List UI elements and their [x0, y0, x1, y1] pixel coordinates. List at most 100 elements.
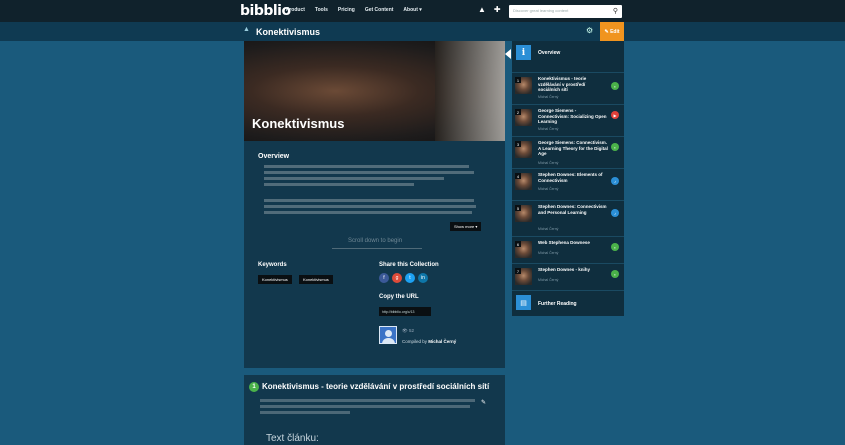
item-title: George Siemens: Connectivism. A Learning…	[538, 140, 608, 156]
sidebar-item-further-reading[interactable]: ▤ Further Reading	[512, 291, 624, 316]
audio-icon: ♪	[611, 209, 619, 217]
sidebar: i Overview 1 Konektivismus - teorie vzdě…	[512, 41, 624, 316]
item-thumbnail: 7	[515, 268, 532, 285]
collection-main: Konektivismus Overview Show more ▾ Scrol…	[244, 41, 505, 368]
nav-get-content[interactable]: Get Content	[365, 7, 394, 13]
keyword-tag[interactable]: Konektivismus	[258, 275, 292, 284]
search-icon[interactable]: ⚲	[613, 7, 618, 15]
keywords-heading: Keywords	[258, 262, 287, 268]
item-number: 4	[515, 173, 521, 179]
collection-header: ▲ Konektivismus ⚙	[0, 22, 845, 41]
hero-image: Konektivismus	[244, 41, 505, 141]
compiled-by: Compiled by Michal Černý	[402, 339, 456, 344]
top-icons: ▲ ✚	[478, 5, 501, 15]
article-text-line	[260, 399, 475, 402]
item-number: 2	[515, 109, 521, 115]
add-icon[interactable]: ✚	[494, 5, 501, 15]
collection-chevron-icon[interactable]: ▲	[243, 26, 250, 33]
compiler-name[interactable]: Michal Černý	[428, 339, 456, 344]
overview-text-line	[264, 211, 472, 214]
main-nav: Product Tools Pricing Get Content About …	[286, 7, 422, 13]
linkedin-icon[interactable]: in	[418, 273, 428, 283]
nav-pricing[interactable]: Pricing	[338, 7, 355, 13]
article-text-line	[260, 411, 350, 414]
doc-icon: ▪	[611, 243, 619, 251]
item-thumbnail: 1	[515, 77, 532, 94]
item-author: Michal Černý	[538, 127, 559, 131]
sidebar-item[interactable]: 6 Web Stephena Downese Michal Černý ▪	[512, 237, 624, 264]
overview-text-line	[264, 183, 414, 186]
user-settings-icon[interactable]: ⚙	[586, 26, 593, 35]
sidebar-item-overview[interactable]: i Overview	[512, 41, 624, 73]
sidebar-item[interactable]: 5 Stephen Downes: Connectivism and Perso…	[512, 201, 624, 237]
sidebar-item[interactable]: 4 Stephen Downes: Elements of Connectivi…	[512, 169, 624, 201]
article-card: 1 Konektivismus - teorie vzdělávání v pr…	[244, 375, 505, 445]
item-number: 3	[515, 141, 521, 147]
avatar-body	[382, 338, 395, 344]
item-author: Michal Černý	[538, 278, 559, 282]
avatar-head	[385, 330, 392, 337]
item-number: 1	[515, 77, 521, 83]
item-title: Konektivismus - teorie vzdělávání v pros…	[538, 76, 587, 92]
item-author: Michal Černý	[538, 95, 559, 99]
item-title: George Siemens - Connectivism: Socializi…	[538, 108, 607, 124]
share-icons: f g t in	[379, 273, 428, 283]
item-title: Stephen Downes: Elements of Connectivism	[538, 172, 603, 183]
copy-url-heading: Copy the URL	[379, 294, 419, 300]
bibblio-logo[interactable]: bibblio	[240, 3, 291, 19]
google-plus-icon[interactable]: g	[392, 273, 402, 283]
search-input[interactable]: Discover great learning content	[513, 8, 568, 13]
scroll-hint: Scroll down to begin	[348, 238, 403, 244]
twitter-icon[interactable]: t	[405, 273, 415, 283]
search-box[interactable]: Discover great learning content ⚲	[509, 5, 622, 18]
item-number: 7	[515, 268, 521, 274]
nav-product[interactable]: Product	[286, 7, 305, 13]
overview-text-line	[264, 205, 476, 208]
info-icon: i	[516, 45, 531, 60]
item-thumbnail: 3	[515, 141, 532, 158]
keyword-tag[interactable]: Konektivismus	[299, 275, 333, 284]
compiled-by-prefix: Compiled by	[402, 339, 428, 344]
item-title: Stephen Downes - knihy	[538, 267, 591, 272]
sidebar-item[interactable]: 7 Stephen Downes - knihy Michal Černý ▪	[512, 264, 624, 291]
item-author: Michal Černý	[538, 251, 559, 255]
sidebar-item[interactable]: 1 Konektivismus - teorie vzdělávání v pr…	[512, 73, 624, 105]
overview-heading: Overview	[258, 153, 290, 160]
article-text-line	[260, 405, 470, 408]
item-author: Michal Černý	[538, 227, 559, 231]
doc-icon: ▪	[611, 270, 619, 278]
item-thumbnail: 6	[515, 241, 532, 258]
item-title: Web Stephena Downese	[538, 240, 590, 245]
overview-text-line	[264, 177, 444, 180]
video-icon: ▶	[611, 111, 619, 119]
hero-background-light	[435, 41, 505, 141]
overview-text-line	[264, 199, 474, 202]
notification-bell-icon[interactable]: ▲	[478, 5, 486, 15]
article-number-badge: 1	[249, 382, 259, 392]
item-number: 5	[515, 205, 521, 211]
url-field[interactable]: http://bibblio.org/c/13	[379, 307, 431, 316]
show-more-button[interactable]: Show more ▾	[450, 222, 482, 231]
item-thumbnail: 4	[515, 173, 532, 190]
share-heading: Share this Collection	[379, 262, 439, 268]
item-thumbnail: 5	[515, 205, 532, 222]
facebook-icon[interactable]: f	[379, 273, 389, 283]
scroll-divider	[332, 248, 422, 249]
item-author: Michal Černý	[538, 187, 559, 191]
doc-icon: ▪	[611, 143, 619, 151]
nav-about[interactable]: About ▾	[403, 7, 421, 13]
overview-text-line	[264, 165, 469, 168]
edit-button[interactable]: ✎ Edit	[600, 22, 624, 41]
nav-tools[interactable]: Tools	[315, 7, 328, 13]
item-author: Michal Černý	[538, 161, 559, 165]
doc-icon: ▪	[611, 82, 619, 90]
sidebar-item[interactable]: 3 George Siemens: Connectivism. A Learni…	[512, 137, 624, 169]
sidebar-item[interactable]: 2 George Siemens - Connectivism: Sociali…	[512, 105, 624, 137]
edit-pencil-icon[interactable]: ✎	[481, 399, 486, 406]
article-title[interactable]: Konektivismus - teorie vzdělávání v pros…	[262, 382, 489, 391]
compiler-avatar[interactable]	[379, 326, 397, 344]
collection-title: Konektivismus	[256, 27, 321, 37]
further-reading-label: Further Reading	[538, 301, 577, 307]
audio-icon: ♪	[611, 177, 619, 185]
sidebar-pointer	[505, 49, 511, 59]
